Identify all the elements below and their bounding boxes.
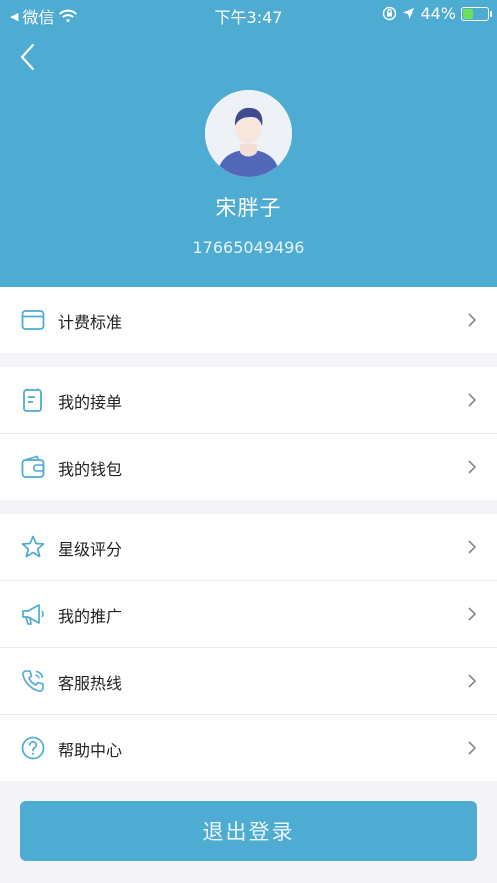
chevron-right-icon	[468, 741, 477, 755]
menu-item-service-hotline[interactable]: 客服热线	[0, 648, 497, 714]
card-icon	[21, 310, 45, 330]
battery-icon	[461, 6, 492, 21]
profile-header: ◀ 微信 下午3:47 44% 宋胖子 17665049496	[0, 0, 497, 287]
menu-label-star-rating: 星级评分	[58, 540, 123, 559]
orientation-lock-icon	[383, 6, 397, 21]
logout-button[interactable]: 退出登录	[20, 801, 477, 861]
chevron-right-icon	[468, 313, 477, 327]
megaphone-icon	[22, 604, 44, 625]
menu-item-help-center[interactable]: 帮助中心	[0, 715, 497, 781]
document-icon	[23, 388, 42, 412]
battery-percent: 44%	[420, 4, 456, 23]
chevron-right-icon	[468, 540, 477, 554]
chevron-right-icon	[468, 393, 477, 407]
menu-label-my-orders: 我的接单	[58, 393, 123, 412]
help-icon	[21, 736, 45, 760]
user-name: 宋胖子	[215, 196, 282, 220]
menu-item-my-promotion[interactable]: 我的推广	[0, 581, 497, 647]
user-phone: 17665049496	[192, 238, 305, 257]
status-right: 44%	[382, 4, 492, 23]
menu-label-help-center: 帮助中心	[58, 741, 123, 760]
status-bar: ◀ 微信 下午3:47 44%	[0, 0, 497, 28]
user-avatar-icon	[205, 90, 292, 177]
menu-item-pricing[interactable]: 计费标准	[0, 287, 497, 353]
avatar[interactable]	[205, 90, 292, 177]
location-icon	[403, 8, 415, 19]
star-icon	[21, 535, 45, 558]
chevron-right-icon	[468, 674, 477, 688]
menu-item-my-orders[interactable]: 我的接单	[0, 367, 497, 433]
phone-call-icon	[22, 670, 44, 692]
menu-label-my-wallet: 我的钱包	[58, 460, 123, 479]
chevron-right-icon	[468, 607, 477, 621]
menu-label-pricing: 计费标准	[58, 313, 123, 332]
menu-label-my-promotion: 我的推广	[58, 607, 123, 626]
battery-fill	[463, 8, 474, 19]
menu-label-service-hotline: 客服热线	[58, 674, 123, 693]
menu-item-my-wallet[interactable]: 我的钱包	[0, 434, 497, 500]
wallet-icon	[21, 455, 45, 478]
back-button[interactable]	[14, 40, 44, 74]
chevron-right-icon	[468, 460, 477, 474]
menu-item-star-rating[interactable]: 星级评分	[0, 514, 497, 580]
